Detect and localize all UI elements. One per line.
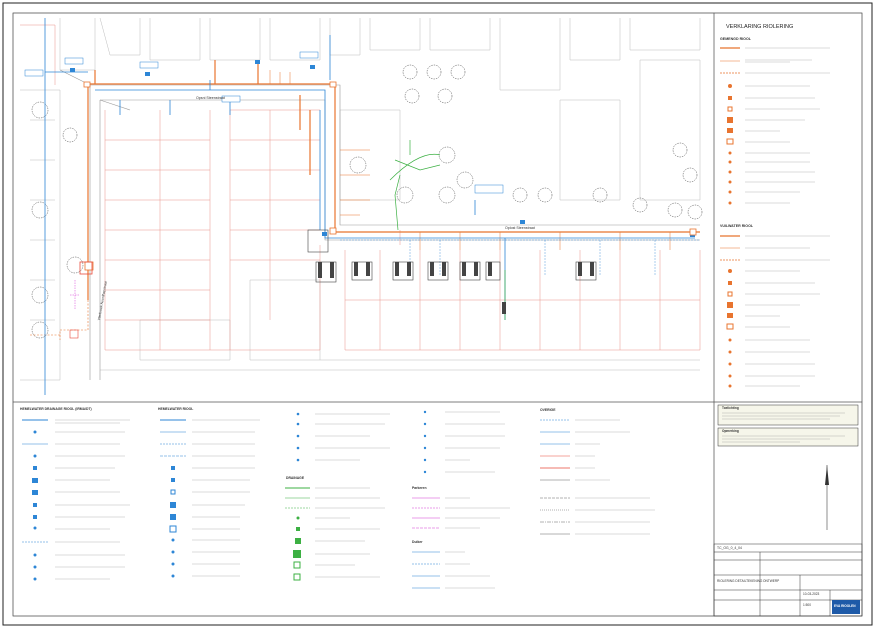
- legend-col4-title: OVERIGE: [540, 408, 556, 412]
- project-name: RIOLERING DETAILTEKENING: [717, 579, 763, 583]
- legend-main-title: VERKLARING RIOLERING: [726, 24, 794, 30]
- street-label-lower: Oplost Steenstraat: [505, 226, 535, 230]
- legend-section-mixed: GEMENGD RIOOL: [720, 37, 751, 41]
- logo-text: EVA RIOOLEN: [834, 604, 856, 608]
- special-elements: [69, 261, 93, 339]
- legend-sub-culvert: Duiker: [412, 540, 423, 544]
- legend-col3-title: DRAINAGE: [286, 476, 305, 480]
- drainage-lines: [389, 140, 506, 320]
- status-label: ONTWERP: [763, 579, 780, 583]
- street-label-upper: Opsni Steenstraat: [196, 96, 225, 100]
- note-1-title: Toelichting: [722, 406, 739, 410]
- drawing-sheet: Opsni Steenstraat Oplost Steenstraat Vli…: [0, 0, 875, 628]
- legend-col1-title: HEMELWATER DRAINAGE RIOOL (IRMA/DT): [20, 407, 92, 411]
- drawing-number: TC_OG_0_4_04: [717, 546, 742, 550]
- rainwater-lines: [44, 18, 695, 395]
- bottom-legend-text-lines: [55, 411, 655, 589]
- note-box-1: [717, 404, 859, 426]
- manholes-blue: [70, 60, 695, 237]
- mixed-sewer-lines: [87, 60, 700, 300]
- site-plan-drawing: [2, 2, 873, 626]
- date-label: 10-03-2023: [803, 592, 820, 596]
- right-legend-text-lines: [745, 47, 830, 387]
- new-buildings: [318, 262, 594, 314]
- trees: [31, 64, 703, 339]
- legend-section-waste: VUILWATER RIOOL: [720, 224, 754, 228]
- right-legend-symbols: [720, 47, 740, 388]
- magenta-lines: [70, 280, 80, 310]
- house-connections-orange: [269, 70, 671, 250]
- existing-buildings: [20, 17, 701, 381]
- legend-col2-title: HEMELWATER RIOOL: [158, 407, 194, 411]
- legend-sub-parking: Parkeren: [412, 486, 427, 490]
- plot-boundaries: [20, 24, 701, 351]
- note-2-title: Opmerking: [722, 429, 739, 433]
- note-box-2: [717, 427, 859, 447]
- scale-label: 1:500: [803, 603, 811, 607]
- bottom-legend-symbols: [22, 410, 570, 589]
- north-arrow: [825, 465, 829, 530]
